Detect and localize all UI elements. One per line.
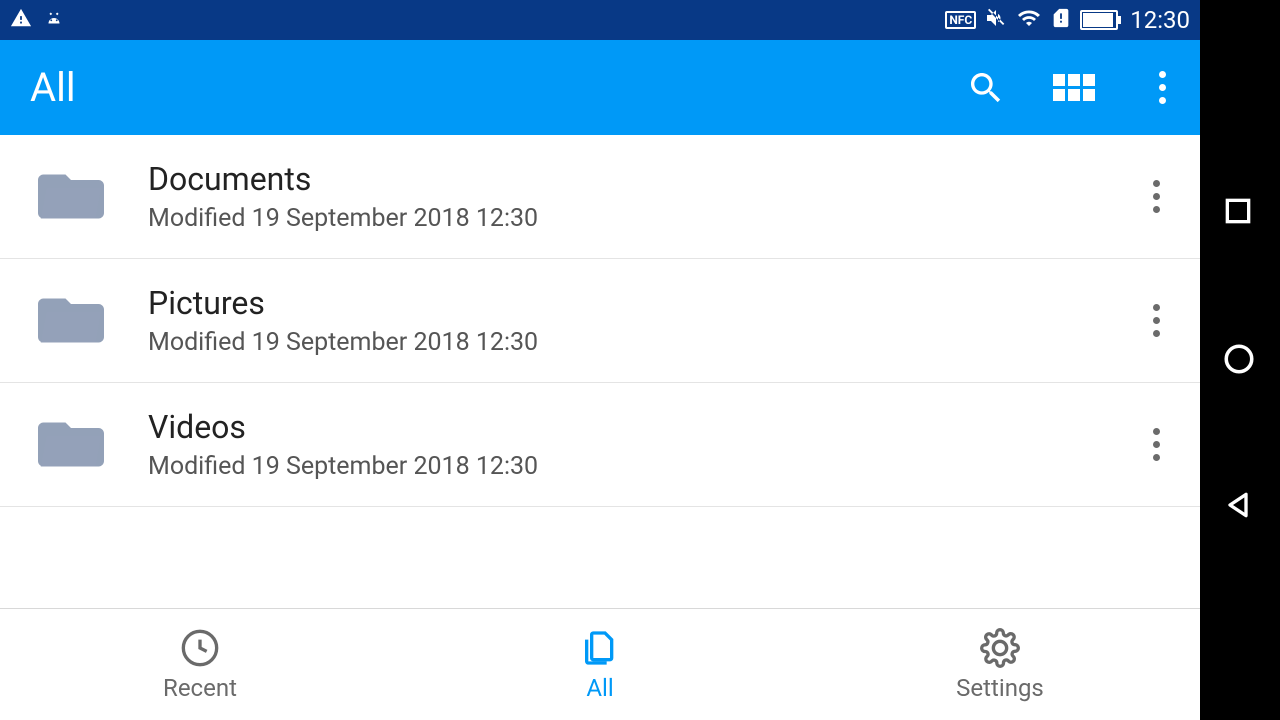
nav-label: Settings: [956, 674, 1044, 702]
folder-icon: [36, 293, 106, 348]
wifi-icon: [1016, 6, 1042, 34]
folder-subtitle: Modified 19 September 2018 12:30: [148, 204, 1143, 233]
status-time: 12:30: [1130, 6, 1190, 34]
nfc-icon: NFC: [945, 11, 976, 29]
more-vert-icon: [1159, 71, 1166, 104]
overview-button[interactable]: [1222, 195, 1258, 231]
nav-settings[interactable]: Settings: [800, 609, 1200, 720]
list-item[interactable]: Documents Modified 19 September 2018 12:…: [0, 135, 1200, 259]
grid-icon: [1053, 74, 1095, 101]
search-button[interactable]: [966, 68, 1006, 108]
list-item[interactable]: Pictures Modified 19 September 2018 12:3…: [0, 259, 1200, 383]
folder-subtitle: Modified 19 September 2018 12:30: [148, 452, 1143, 481]
folder-name: Pictures: [148, 284, 1143, 322]
grid-view-button[interactable]: [1054, 68, 1094, 108]
clock-icon: [180, 628, 220, 668]
folder-name: Documents: [148, 160, 1143, 198]
circle-icon: [1222, 342, 1256, 376]
files-icon: [580, 628, 620, 668]
nav-label: Recent: [163, 674, 237, 702]
folder-list: Documents Modified 19 September 2018 12:…: [0, 135, 1200, 608]
mute-icon: [984, 6, 1008, 34]
square-icon: [1222, 195, 1254, 227]
item-more-button[interactable]: [1143, 418, 1170, 471]
more-options-button[interactable]: [1142, 68, 1182, 108]
system-nav-bar: [1200, 0, 1280, 720]
nav-all[interactable]: All: [400, 609, 800, 720]
folder-icon: [36, 417, 106, 472]
item-more-button[interactable]: [1143, 170, 1170, 223]
triangle-back-icon: [1222, 489, 1254, 521]
android-debug-icon: [42, 7, 66, 33]
folder-icon: [36, 169, 106, 224]
search-icon: [966, 68, 1006, 108]
nav-recent[interactable]: Recent: [0, 609, 400, 720]
back-button[interactable]: [1222, 489, 1258, 525]
nav-label: All: [586, 674, 613, 702]
bottom-nav: Recent All Settings: [0, 608, 1200, 720]
gear-icon: [980, 628, 1020, 668]
warning-icon: [10, 7, 32, 33]
item-more-button[interactable]: [1143, 294, 1170, 347]
page-title: All: [30, 64, 76, 111]
home-button[interactable]: [1222, 342, 1258, 378]
battery-icon: [1080, 10, 1118, 30]
sim-alert-icon: [1050, 6, 1072, 34]
status-bar: NFC 12:30: [0, 0, 1200, 40]
folder-subtitle: Modified 19 September 2018 12:30: [148, 328, 1143, 357]
folder-name: Videos: [148, 408, 1143, 446]
list-item[interactable]: Videos Modified 19 September 2018 12:30: [0, 383, 1200, 507]
app-bar: All: [0, 40, 1200, 135]
